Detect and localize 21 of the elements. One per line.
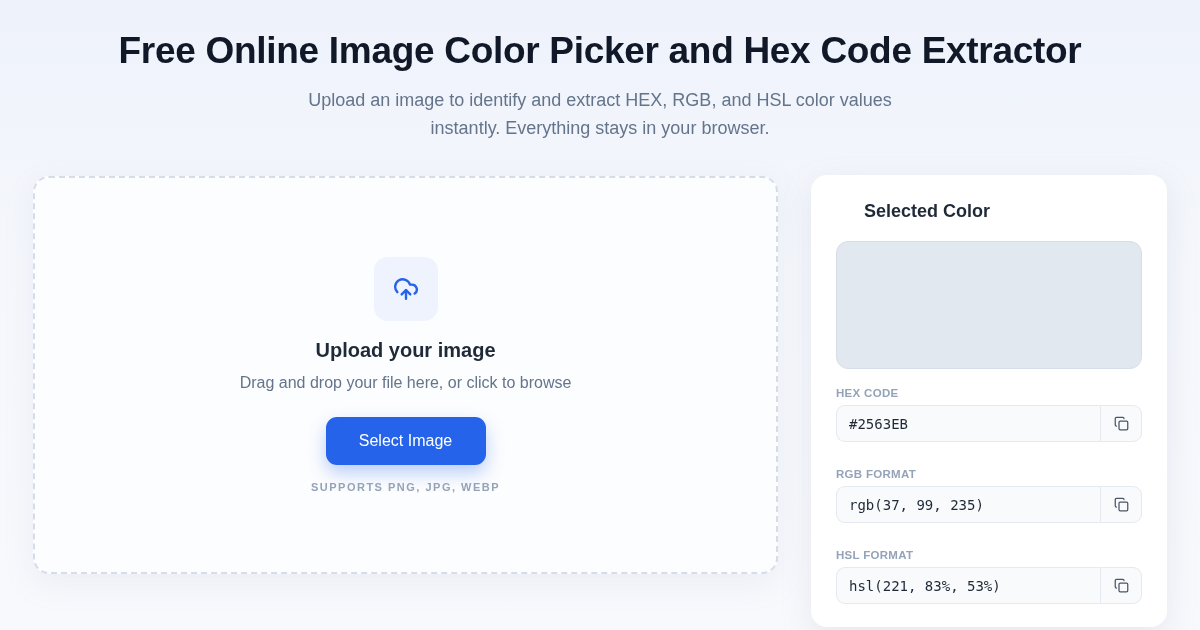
card-title: Selected Color [863, 201, 992, 222]
value-field[interactable]: rgb(37, 99, 235) [836, 486, 1100, 523]
select-image-button[interactable]: Select Image [325, 417, 486, 465]
field-label: RGB FORMAT [836, 468, 918, 480]
copy-icon [1113, 578, 1129, 593]
supported-formats: SUPPORTS PNG, JPG, WEBP [310, 481, 501, 493]
copy-icon [1113, 416, 1129, 431]
page-subtitle: Upload an image to identify and extract HEX, RGB, and HSL color values instantly. Everything stays in your browser. [307, 89, 893, 140]
copy-icon [1113, 497, 1129, 512]
upload-dropzone[interactable]: Upload your image Drag and drop your file here, or click to browse Select Image SUPPORTS PNG, JPG, WEBP [33, 176, 778, 574]
field-label: HSL FORMAT [836, 549, 915, 561]
copy-button[interactable] [1100, 567, 1142, 604]
upload-icon [373, 257, 438, 321]
value-field[interactable]: hsl(221, 83%, 53%) [836, 567, 1100, 604]
upload-hint: Drag and drop your file here, or click to browse [239, 374, 572, 392]
page-title: Free Online Image Color Picker and Hex Code Extractor [118, 30, 1082, 72]
copy-button[interactable] [1100, 486, 1142, 523]
copy-button[interactable] [1100, 405, 1142, 442]
upload-heading: Upload your image [315, 339, 496, 362]
field-label: HEX CODE [836, 387, 900, 399]
value-field[interactable]: #2563EB [836, 405, 1100, 442]
